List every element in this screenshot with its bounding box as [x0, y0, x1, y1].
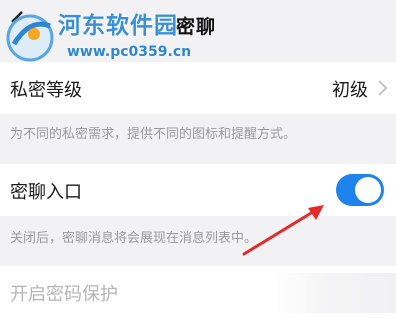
annotation-arrow-icon: [242, 205, 324, 256]
secret-chat-entry-row: 密聊入口: [0, 164, 396, 216]
privacy-level-label: 私密等级: [10, 80, 82, 101]
password-protection-label: 开启密码保护: [10, 284, 118, 305]
site-watermark: 河东软件园 www.pc0359.cn: [4, 2, 204, 68]
secret-chat-entry-label: 密聊入口: [10, 182, 82, 203]
secret-chat-entry-toggle[interactable]: [336, 174, 384, 206]
blur-overlay: [276, 273, 396, 313]
privacy-level-value: 初级: [332, 80, 368, 101]
watermark-url: www.pc0359.cn: [67, 44, 192, 60]
toggle-knob: [355, 177, 381, 203]
watermark-site-name: 河东软件园: [58, 13, 178, 39]
watermark-logo-icon: [6, 14, 54, 62]
secret-chat-entry-hint: 关闭后，密聊消息将会展现在消息列表中。: [10, 231, 258, 246]
chevron-right-icon: [378, 80, 388, 96]
privacy-level-row[interactable]: 私密等级 初级: [0, 62, 396, 114]
privacy-level-hint: 为不同的私密需求，提供不同的图标和提醒方式。: [10, 127, 297, 142]
